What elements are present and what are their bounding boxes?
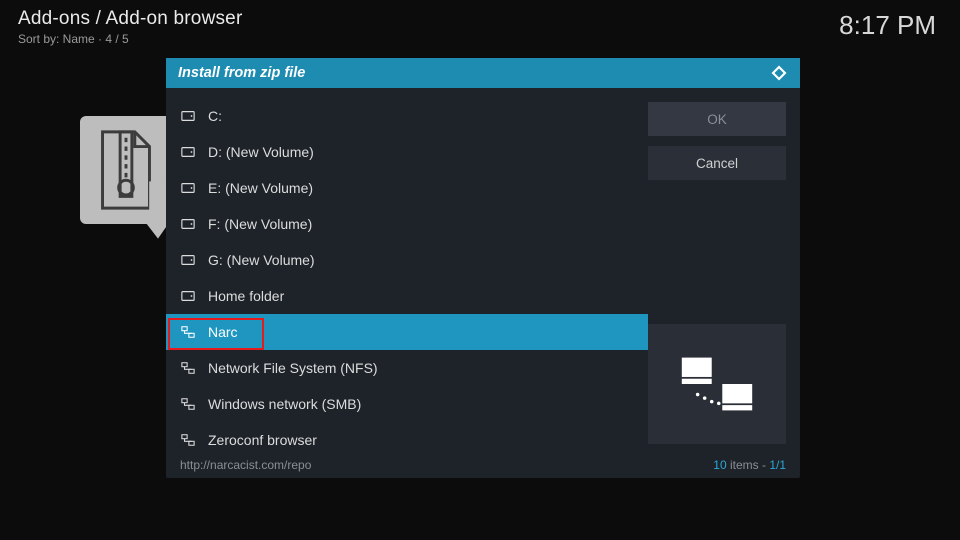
list-item-label: Home folder xyxy=(208,288,284,304)
footer-count: 10 items - 1/1 xyxy=(713,458,786,472)
list-item[interactable]: C: xyxy=(166,98,648,134)
list-item[interactable]: D: (New Volume) xyxy=(166,134,648,170)
list-item-label: Narc xyxy=(208,324,238,340)
sort-by-line: Sort by: Name · 4 / 5 xyxy=(18,32,242,46)
page-count: 1/1 xyxy=(769,458,786,472)
disk-icon xyxy=(180,252,196,268)
list-item[interactable]: Windows network (SMB) xyxy=(166,386,648,422)
clock: 8:17 PM xyxy=(839,10,936,41)
kodi-logo-icon xyxy=(770,64,788,82)
list-item[interactable]: Home folder xyxy=(166,278,648,314)
list-item-label: C: xyxy=(208,108,222,124)
list-item[interactable]: F: (New Volume) xyxy=(166,206,648,242)
list-item-label: D: (New Volume) xyxy=(208,144,314,160)
cancel-button[interactable]: Cancel xyxy=(648,146,786,180)
list-item[interactable]: G: (New Volume) xyxy=(166,242,648,278)
item-count: 10 xyxy=(713,458,726,472)
footer-path: http://narcacist.com/repo xyxy=(180,458,311,472)
list-item-label: Windows network (SMB) xyxy=(208,396,361,412)
dialog-title-text: Install from zip file xyxy=(178,65,305,81)
list-item-label: Network File System (NFS) xyxy=(208,360,378,376)
install-from-zip-dialog: Install from zip file C: D: (New Volume)… xyxy=(166,58,800,478)
network-icon xyxy=(180,324,196,340)
list-item-label: G: (New Volume) xyxy=(208,252,315,268)
list-item-label: E: (New Volume) xyxy=(208,180,313,196)
disk-icon xyxy=(180,216,196,232)
network-icon xyxy=(180,396,196,412)
network-icon xyxy=(180,360,196,376)
list-item-selected[interactable]: Narc xyxy=(166,314,648,350)
disk-icon xyxy=(180,108,196,124)
disk-icon xyxy=(180,180,196,196)
network-illustration-icon xyxy=(648,324,786,444)
list-item[interactable]: Network File System (NFS) xyxy=(166,350,648,386)
breadcrumb: Add-ons / Add-on browser xyxy=(18,8,242,30)
list-item[interactable]: E: (New Volume) xyxy=(166,170,648,206)
page-header: Add-ons / Add-on browser Sort by: Name ·… xyxy=(18,8,242,46)
list-item-label: Zeroconf browser xyxy=(208,432,317,448)
network-icon xyxy=(180,432,196,448)
dialog-title-bar: Install from zip file xyxy=(166,58,800,88)
disk-icon xyxy=(180,288,196,304)
list-item-label: F: (New Volume) xyxy=(208,216,312,232)
ok-button[interactable]: OK xyxy=(648,102,786,136)
dialog-side-panel: OK Cancel xyxy=(648,88,800,452)
list-item[interactable]: Zeroconf browser xyxy=(166,422,648,458)
disk-icon xyxy=(180,144,196,160)
source-list: C: D: (New Volume) E: (New Volume) F: (N… xyxy=(166,88,648,452)
